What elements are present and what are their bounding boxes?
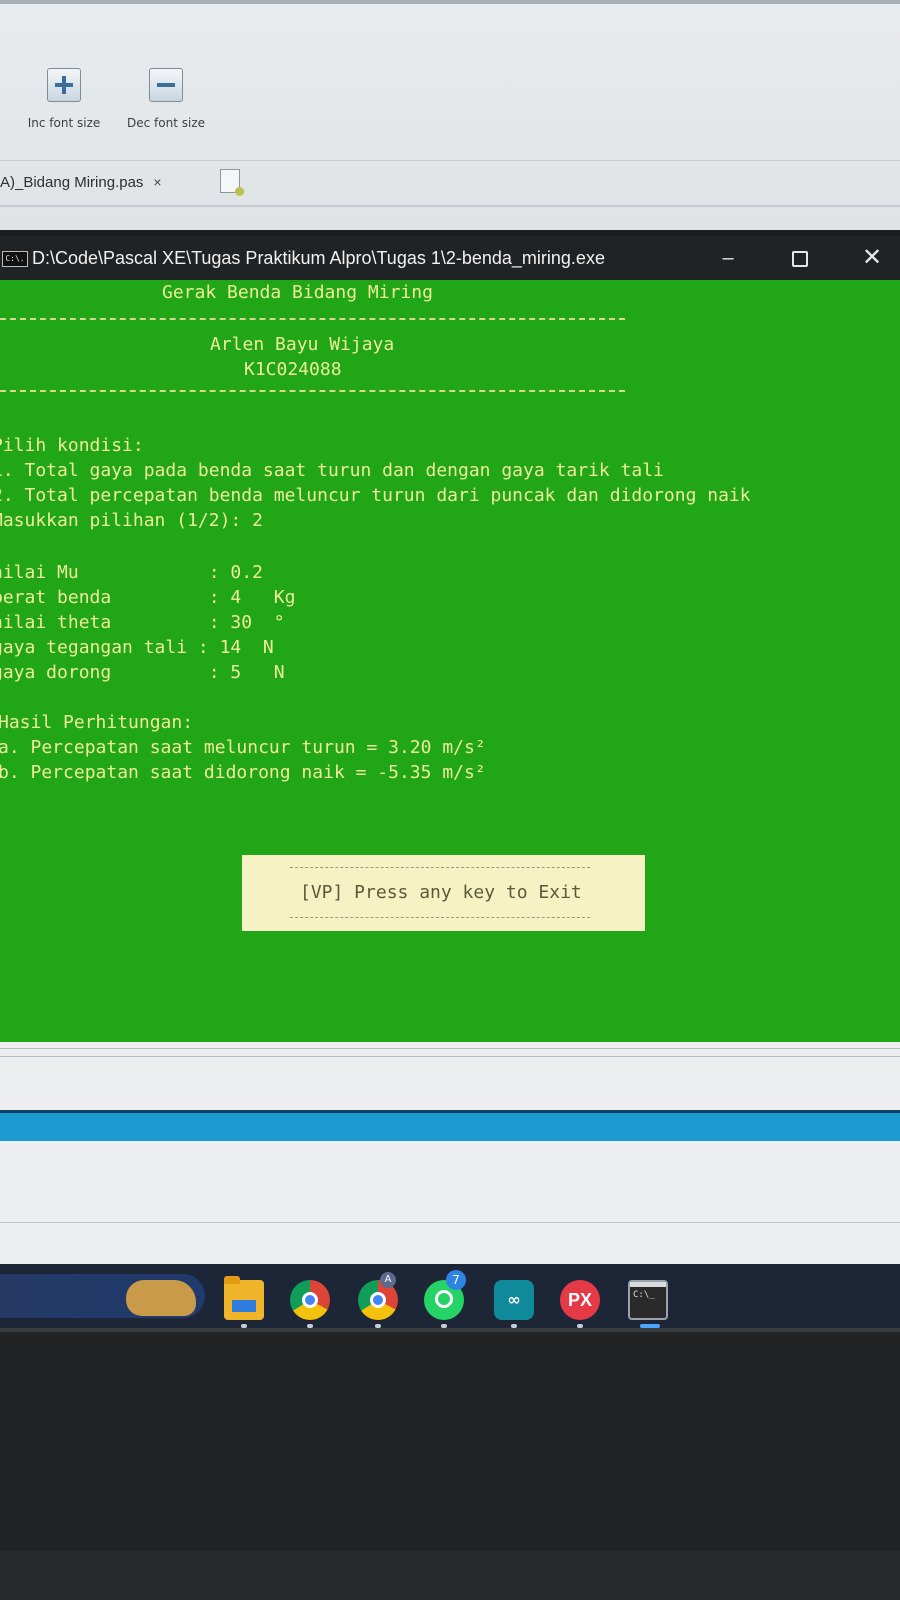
close-button[interactable]: ✕ bbox=[854, 244, 890, 272]
new-file-icon[interactable] bbox=[220, 169, 244, 196]
plus-icon bbox=[47, 68, 81, 102]
console-output[interactable]: Gerak Benda Bidang Miring Arlen Bayu Wij… bbox=[0, 280, 900, 1042]
exit-prompt-box[interactable]: [VP] Press any key to Exit bbox=[242, 855, 645, 931]
terminal-glyph: C:\_ bbox=[633, 1290, 655, 1300]
widget-animal-icon bbox=[126, 1280, 196, 1316]
widgets-button[interactable] bbox=[0, 1274, 205, 1318]
input-tegangan: gaya tegangan tali : 14 N bbox=[0, 637, 274, 658]
px-icon[interactable]: PX bbox=[560, 1280, 600, 1328]
dec-font-size-label: Dec font size bbox=[127, 116, 205, 130]
ide-status-strip bbox=[0, 1110, 900, 1141]
ide-top-border bbox=[0, 0, 900, 4]
separator-bottom bbox=[0, 390, 625, 392]
inc-font-size-label: Inc font size bbox=[27, 116, 101, 130]
chrome-profile-badge: A bbox=[380, 1272, 396, 1288]
maximize-button[interactable] bbox=[782, 244, 818, 272]
arduino-icon[interactable]: ∞ bbox=[494, 1280, 534, 1328]
result-naik: b. Percepatan saat didorong naik = -5.35… bbox=[0, 762, 486, 783]
exit-prompt-text: [VP] Press any key to Exit bbox=[300, 882, 582, 903]
console-titlebar[interactable]: C:\. D:\Code\Pascal XE\Tugas Praktikum A… bbox=[0, 236, 900, 280]
tab-close-icon[interactable]: × bbox=[153, 174, 161, 190]
console-title: D:\Code\Pascal XE\Tugas Praktikum Alpro\… bbox=[32, 248, 605, 268]
console-window: C:\. D:\Code\Pascal XE\Tugas Praktikum A… bbox=[0, 236, 900, 1042]
results-heading: Hasil Perhitungan: bbox=[0, 712, 194, 733]
file-explorer-icon[interactable] bbox=[224, 1276, 264, 1328]
ide-bottom-panel bbox=[0, 1042, 900, 1264]
maximize-icon bbox=[792, 250, 808, 267]
separator-top bbox=[0, 318, 625, 320]
input-theta: nilai theta : 30 ° bbox=[0, 612, 285, 633]
author-name: Arlen Bayu Wijaya bbox=[210, 334, 395, 355]
tab-bidang-miring[interactable]: A)_Bidang Miring.pas × bbox=[0, 167, 174, 197]
tab-label: A)_Bidang Miring.pas bbox=[0, 174, 144, 191]
px-glyph: PX bbox=[567, 1290, 592, 1310]
minimize-button[interactable]: – bbox=[710, 244, 746, 272]
whatsapp-badge: 7 bbox=[446, 1270, 466, 1290]
monitor-bezel bbox=[0, 1328, 900, 1600]
program-heading: Gerak Benda Bidang Miring bbox=[162, 282, 433, 303]
choice-input: Masukkan pilihan (1/2): 2 bbox=[0, 510, 263, 531]
chrome-icon[interactable] bbox=[290, 1280, 330, 1328]
arduino-glyph: ∞ bbox=[507, 1290, 521, 1309]
input-dorong: gaya dorong : 5 N bbox=[0, 662, 285, 683]
editor-tab-strip: A)_Bidang Miring.pas × bbox=[0, 160, 900, 207]
menu-option-1: 1. Total gaya pada benda saat turun dan … bbox=[0, 460, 664, 481]
student-id: K1C024088 bbox=[244, 359, 342, 380]
dec-font-size-button[interactable]: Dec font size bbox=[116, 68, 216, 138]
terminal-icon[interactable]: C:\_ bbox=[628, 1280, 668, 1328]
menu-option-2: 2. Total percepatan benda meluncur turun… bbox=[0, 485, 751, 506]
input-mu: nilai Mu : 0.2 bbox=[0, 562, 263, 583]
ide-toolbar-area: Inc font size Dec font size A)_Bidang Mi… bbox=[0, 0, 900, 230]
taskbar: A 7 ∞ PX C:\_ bbox=[0, 1264, 900, 1328]
console-app-icon: C:\. bbox=[2, 251, 28, 267]
inc-font-size-button[interactable]: Inc font size bbox=[14, 68, 114, 138]
chrome-profile-icon[interactable]: A bbox=[358, 1272, 398, 1328]
whatsapp-icon[interactable]: 7 bbox=[424, 1270, 466, 1328]
menu-prompt: Pilih kondisi: bbox=[0, 435, 144, 456]
result-turun: a. Percepatan saat meluncur turun = 3.20… bbox=[0, 737, 486, 758]
input-berat: berat benda : 4 Kg bbox=[0, 587, 296, 608]
minus-icon bbox=[149, 68, 183, 102]
